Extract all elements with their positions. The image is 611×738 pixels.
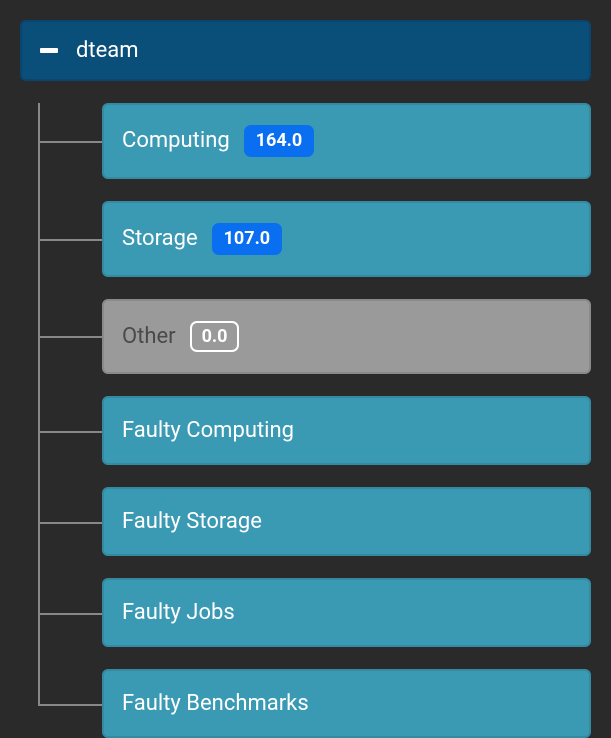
tree-child-row: Faulty Storage xyxy=(38,487,591,556)
tree-child-node[interactable]: Other 0.0 xyxy=(102,299,591,375)
tree-child-row: Faulty Benchmarks xyxy=(38,669,591,738)
tree-connector xyxy=(38,201,102,277)
tree-child-row: Faulty Jobs xyxy=(38,578,591,647)
tree-child-node[interactable]: Computing 164.0 xyxy=(102,103,591,179)
tree-root-label: dteam xyxy=(76,38,139,63)
tree-child-node[interactable]: Storage 107.0 xyxy=(102,201,591,277)
tree-child-label: Computing xyxy=(122,128,230,153)
tree-child-label: Faulty Storage xyxy=(122,509,262,534)
tree-child-label: Other xyxy=(122,324,176,349)
tree-connector xyxy=(38,487,102,556)
tree-connector xyxy=(38,103,102,179)
tree-connector xyxy=(38,578,102,647)
tree-child-node[interactable]: Faulty Benchmarks xyxy=(102,669,591,738)
tree-child-node[interactable]: Faulty Storage xyxy=(102,487,591,556)
tree-child-node[interactable]: Faulty Computing xyxy=(102,396,591,465)
tree-child-row: Computing 164.0 xyxy=(38,103,591,179)
tree-root: dteam Computing 164.0 Storage 107.0 Other 0.0… xyxy=(20,20,591,738)
tree-child-badge: 107.0 xyxy=(212,223,283,255)
tree-children: Computing 164.0 Storage 107.0 Other 0.0 Faulty… xyxy=(38,103,591,738)
tree-connector xyxy=(38,669,102,738)
tree-child-row: Storage 107.0 xyxy=(38,201,591,277)
tree-child-row: Other 0.0 xyxy=(38,299,591,375)
tree-connector xyxy=(38,299,102,375)
tree-child-node[interactable]: Faulty Jobs xyxy=(102,578,591,647)
collapse-icon xyxy=(40,48,58,53)
tree-connector xyxy=(38,396,102,465)
tree-child-row: Faulty Computing xyxy=(38,396,591,465)
tree-child-badge: 164.0 xyxy=(244,125,315,157)
tree-child-label: Faulty Jobs xyxy=(122,600,235,625)
tree-root-node[interactable]: dteam xyxy=(20,20,591,81)
tree-child-label: Faulty Benchmarks xyxy=(122,691,309,716)
tree-child-badge: 0.0 xyxy=(190,321,240,353)
tree-child-label: Storage xyxy=(122,226,198,251)
tree-child-label: Faulty Computing xyxy=(122,418,294,443)
